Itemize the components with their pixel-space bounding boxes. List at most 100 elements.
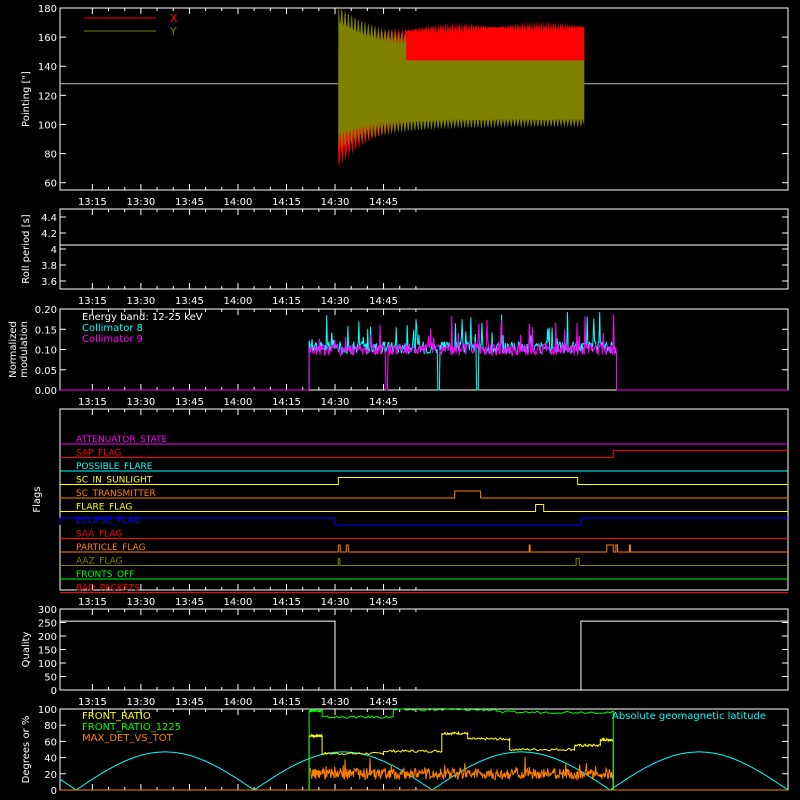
y-tick-label: 100 — [38, 705, 57, 716]
quality-line — [60, 620, 788, 691]
panel-quality: 13:15 13:30 13:45 14:00 14:15 14:30 14:45 0 50 10… — [21, 605, 789, 708]
y-tick-label: 100 — [38, 659, 57, 670]
x-tick-label: 13:30 — [126, 597, 155, 608]
x-tick-label: 14:45 — [369, 597, 398, 608]
x-tick-label: 13:15 — [78, 197, 107, 208]
x-tick-label: 13:45 — [175, 397, 204, 408]
flag-label: SAA_FLAG — [76, 530, 122, 540]
y-tick-label: 300 — [38, 605, 57, 616]
flag-trace-flare-flag — [60, 504, 788, 512]
x-tick-label: 13:45 — [175, 597, 204, 608]
y-tick-label: 3.6 — [41, 277, 57, 288]
legend-entry: FRONT_RATIO_1225 — [82, 722, 181, 733]
x-tick-label: 13:30 — [126, 197, 155, 208]
legend-entry: MAX_DET_VS_TOT — [82, 733, 174, 744]
x-tick-label: 13:30 — [126, 397, 155, 408]
y-axis-label: Normalized — [8, 321, 19, 378]
x-tick-label: 13:30 — [126, 697, 155, 708]
x-tick-label: 14:15 — [272, 296, 301, 307]
y-tick-label: 4.2 — [41, 229, 57, 240]
x-tick-label: 14:00 — [224, 397, 253, 408]
y-tick-label: 4 — [51, 245, 57, 256]
x-tick-label: 13:15 — [78, 597, 107, 608]
legend-label-x: X — [170, 12, 178, 25]
y-tick-label: 0.00 — [35, 386, 57, 397]
flag-trace-particle-flag — [60, 544, 788, 553]
legend-entry: Energy band: 12-25 keV — [82, 312, 203, 323]
y-tick-label: 0 — [51, 786, 57, 797]
flag-trace-sc-transmitter — [60, 490, 788, 499]
panel-modulation: 13:15 13:30 13:45 14:00 14:15 14:30 14:45 0.00 0… — [8, 305, 789, 408]
flag-trace-sc-in-sunlight — [60, 477, 788, 485]
panel-frame — [59, 408, 789, 591]
x-tick-label: 13:45 — [175, 197, 204, 208]
hessi-quicklook-chart: 13:15 13:30 13:45 14:00 14:15 14:30 14:45 60 80 1… — [8, 4, 789, 797]
y-tick-label: 80 — [44, 721, 57, 732]
x-tick-label: 14:00 — [224, 197, 253, 208]
y-axis-label: Pointing ["] — [21, 71, 32, 127]
panel-pointing: 13:15 13:30 13:45 14:00 14:15 14:30 14:45 60 80 1… — [21, 4, 789, 208]
x-tick-label: 14:30 — [321, 597, 350, 608]
flag-trace-eclipse-flag — [59, 517, 788, 526]
x-tick-label: 14:45 — [369, 697, 398, 708]
x-tick-label: 14:45 — [369, 197, 398, 208]
y-axis-label: modulation — [19, 321, 30, 378]
flag-label: FRONTS_OFF — [76, 570, 134, 580]
y-tick-label: 250 — [38, 619, 57, 630]
flag-label: FLARE_FLAG — [76, 503, 132, 513]
x-tick-label: 14:00 — [224, 597, 253, 608]
flag-label: SC_TRANSMITTER — [76, 489, 156, 499]
x-tick-label: 14:15 — [272, 597, 301, 608]
y-tick-label: 0.15 — [35, 325, 57, 336]
x-tick-label: 13:15 — [78, 697, 107, 708]
y-axis-label: Quality — [21, 632, 32, 668]
x-tick-label: 14:00 — [224, 697, 253, 708]
x-tick-label: 14:30 — [321, 397, 350, 408]
flag-label: SC_IN_SUNLIGHT — [76, 476, 153, 486]
x-tick-label: 13:45 — [175, 296, 204, 307]
flag-label: PARTICLE_FLAG — [76, 543, 146, 553]
x-tick-label: 13:15 — [78, 296, 107, 307]
legend-label-y: Y — [169, 25, 177, 38]
x-tick-label: 13:30 — [126, 296, 155, 307]
panel-frame — [59, 208, 789, 290]
y-tick-label: 100 — [38, 120, 57, 131]
flag-label: POSSIBLE_FLARE — [76, 462, 153, 472]
geomagnetic-latitude-label: Absolute geomagnetic latitude — [612, 711, 766, 722]
y-tick-label: 60 — [44, 179, 57, 190]
max-det-vs-tot-line — [308, 756, 614, 790]
x-tick-label: 14:15 — [272, 197, 301, 208]
y-tick-label: 4.4 — [41, 213, 57, 224]
legend-entry: FRONT_RATIO — [82, 711, 151, 722]
y-tick-label: 140 — [38, 62, 57, 73]
y-tick-label: 20 — [44, 770, 57, 781]
y-axis-label: Degrees or % — [21, 716, 32, 784]
x-tick-label: 14:30 — [321, 697, 350, 708]
x-tick-label: 14:45 — [369, 397, 398, 408]
y-tick-label: 50 — [44, 673, 57, 684]
y-tick-label: 3.8 — [41, 261, 57, 272]
legend-entry: Collimator 9 — [82, 334, 143, 345]
flag-label: BAD_PACKETS — [76, 584, 140, 594]
y-tick-label: 0.10 — [35, 346, 57, 357]
y-tick-label: 200 — [38, 632, 57, 643]
y-tick-label: 0.20 — [35, 305, 57, 316]
x-tick-label: 14:45 — [369, 296, 398, 307]
flag-label: AAZ_FLAG — [76, 557, 123, 567]
y-tick-label: 40 — [44, 754, 57, 765]
x-tick-label: 14:30 — [321, 296, 350, 307]
y-tick-label: 0.05 — [35, 366, 57, 377]
y-tick-label: 80 — [44, 150, 57, 161]
panel-flags: 13:15 13:30 13:45 14:00 14:15 14:30 14:45 Flags… — [32, 408, 789, 608]
x-tick-label: 13:45 — [175, 697, 204, 708]
y-tick-label: 180 — [38, 4, 57, 15]
y-tick-label: 160 — [38, 33, 57, 44]
y-tick-label: 0 — [51, 686, 57, 697]
x-tick-label: 14:15 — [272, 397, 301, 408]
panel-roll: 13:15 13:30 13:45 14:00 14:15 14:30 14:45 3.6 3.… — [21, 208, 789, 307]
flag-trace-sap-flag — [60, 450, 788, 458]
y-tick-label: 120 — [38, 91, 57, 102]
y-tick-label: 60 — [44, 737, 57, 748]
x-tick-label: 14:15 — [272, 697, 301, 708]
ratio-series-front-ratio — [308, 730, 614, 790]
